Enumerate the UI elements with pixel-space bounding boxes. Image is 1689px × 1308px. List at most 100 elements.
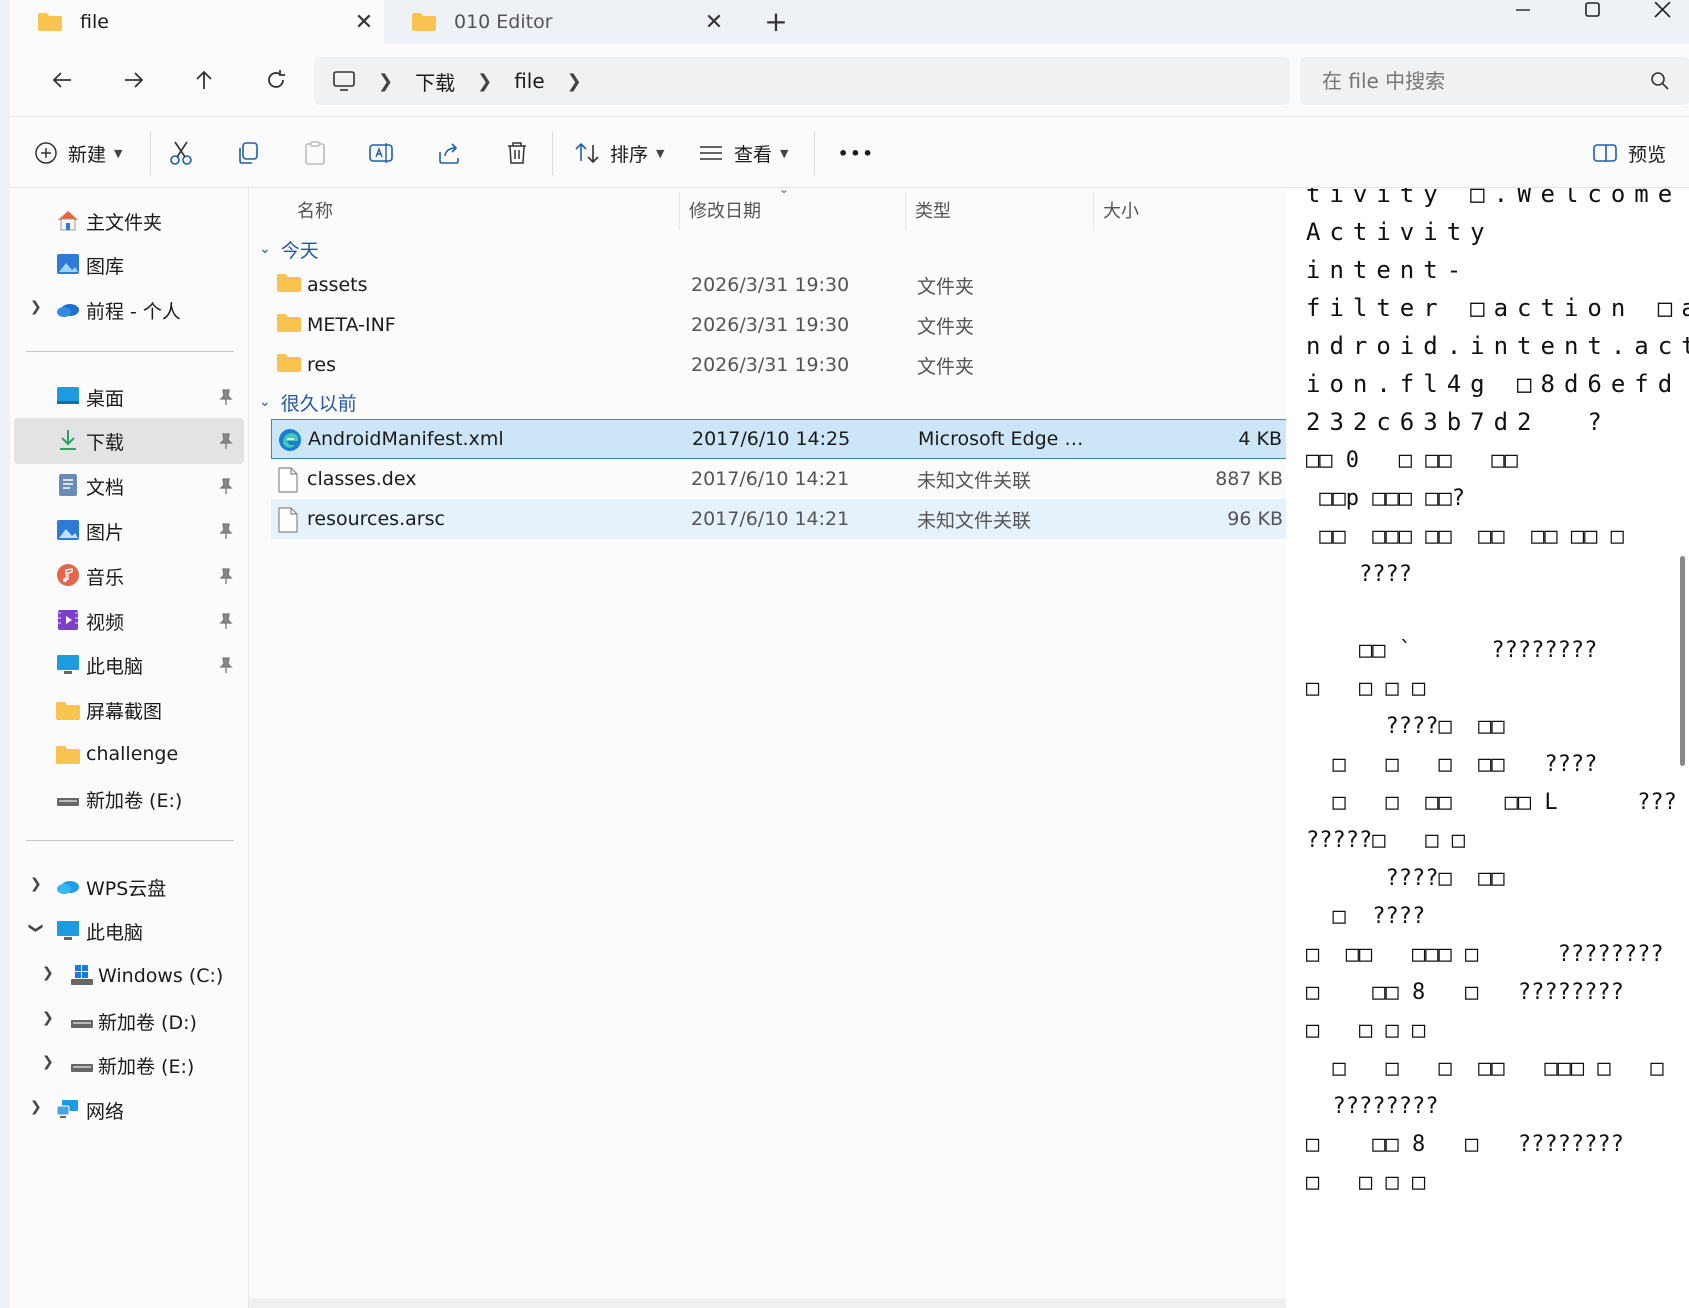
sidebar-item-label: 网络 <box>86 1100 125 1123</box>
sidebar-item-drive-e[interactable]: ❯ 新加卷 (E:) <box>14 1042 244 1088</box>
folder-icon <box>277 314 301 332</box>
sidebar-item-label: 下载 <box>86 431 125 454</box>
address-bar[interactable]: ❯ 下载 ❯ file ❯ <box>314 57 1290 105</box>
sidebar-item-drive-c[interactable]: ❯ Windows (C:) <box>14 953 244 999</box>
file-icon <box>278 467 298 493</box>
file-row[interactable]: res 2026/3/31 19:30 文件夹 <box>271 345 1287 385</box>
tab-010-editor[interactable]: 010 Editor ✕ <box>384 0 734 44</box>
sidebar-item-label: 图片 <box>86 521 125 544</box>
preview-line: 232c63b7d2 ? <box>1306 408 1611 436</box>
sidebar-item-downloads[interactable]: 下载 <box>14 418 244 464</box>
sidebar-item-videos[interactable]: 视频 <box>14 598 244 644</box>
file-row[interactable]: AndroidManifest.xml 2017/6/10 14:25 Micr… <box>271 419 1287 459</box>
close-icon[interactable]: ✕ <box>694 10 734 35</box>
chevron-right-icon[interactable]: ❯ <box>30 299 42 315</box>
preview-line: □ □ □□ □□ L ??? <box>1306 790 1677 815</box>
column-divider[interactable] <box>679 192 680 230</box>
cut-button[interactable] <box>168 133 194 173</box>
sidebar-item-wps-cloud[interactable]: ❯ WPS云盘 <box>14 864 244 910</box>
sidebar-item-home[interactable]: 主文件夹 <box>14 198 244 244</box>
pin-icon[interactable] <box>218 522 234 540</box>
breadcrumb-separator[interactable]: ❯ <box>378 71 393 92</box>
preview-line: filter □action □a <box>1306 294 1689 322</box>
sort-button[interactable]: 排序 ▼ <box>574 133 664 173</box>
search-box[interactable] <box>1300 57 1689 105</box>
column-header-type[interactable]: 类型 <box>915 190 951 230</box>
pin-icon[interactable] <box>218 432 234 450</box>
up-button[interactable] <box>182 58 226 102</box>
maximize-button[interactable] <box>1560 0 1626 28</box>
chevron-right-icon[interactable]: ❯ <box>30 876 42 892</box>
preview-line: ???????? <box>1306 1094 1439 1119</box>
breadcrumb-separator[interactable]: ❯ <box>567 71 582 92</box>
column-divider[interactable] <box>905 192 906 230</box>
preview-pane-icon <box>1593 144 1617 162</box>
sidebar-item-gallery[interactable]: 图库 <box>14 242 244 288</box>
sidebar-item-screenshots[interactable]: 屏幕截图 <box>14 687 244 733</box>
file-type: 文件夹 <box>917 315 975 338</box>
breadcrumb-file[interactable]: file <box>514 69 544 93</box>
rename-button[interactable] <box>368 133 394 173</box>
close-window-button[interactable] <box>1630 0 1689 28</box>
share-button[interactable] <box>436 133 462 173</box>
preview-scrollbar[interactable] <box>1680 556 1685 766</box>
close-icon[interactable]: ✕ <box>344 10 384 35</box>
preview-button[interactable]: 预览 <box>1592 133 1666 173</box>
column-divider[interactable] <box>1093 192 1094 230</box>
file-row[interactable]: assets 2026/3/31 19:30 文件夹 <box>271 265 1287 305</box>
sidebar-item-drive-d[interactable]: ❯ 新加卷 (D:) <box>14 998 244 1044</box>
search-input[interactable] <box>1322 69 1642 93</box>
sidebar-item-documents[interactable]: 文档 <box>14 463 244 509</box>
breadcrumb-downloads[interactable]: 下载 <box>415 67 455 96</box>
column-header-size[interactable]: 大小 <box>1103 190 1139 230</box>
new-button[interactable]: 新建 ▼ <box>34 133 122 173</box>
sidebar-item-music[interactable]: 音乐 <box>14 553 244 599</box>
sidebar-item-challenge[interactable]: challenge <box>14 731 244 777</box>
breadcrumb-separator[interactable]: ❯ <box>477 71 492 92</box>
file-row[interactable]: classes.dex 2017/6/10 14:21 未知文件关联 887 K… <box>271 459 1287 499</box>
horizontal-scrollbar[interactable] <box>249 1298 1287 1308</box>
chevron-down-icon[interactable]: ❯ <box>28 922 44 934</box>
pin-icon[interactable] <box>218 388 234 406</box>
chevron-right-icon[interactable]: ❯ <box>30 1099 42 1115</box>
file-date: 2017/6/10 14:21 <box>691 468 850 490</box>
minimize-button[interactable] <box>1490 0 1556 28</box>
file-name: assets <box>307 274 368 296</box>
sidebar-item-this-pc-pinned[interactable]: 此电脑 <box>14 642 244 688</box>
sidebar-item-network[interactable]: ❯ 网络 <box>14 1087 244 1133</box>
pin-icon[interactable] <box>218 656 234 674</box>
back-button[interactable] <box>40 58 84 102</box>
group-header-today[interactable]: ⌄ 今天 <box>259 232 319 266</box>
sidebar-item-pictures[interactable]: 图片 <box>14 508 244 554</box>
sidebar-item-desktop[interactable]: 桌面 <box>14 374 244 420</box>
desktop-icon <box>57 387 79 404</box>
sort-label: 排序 <box>610 143 649 166</box>
copy-button[interactable] <box>236 133 262 173</box>
sidebar-item-this-pc[interactable]: ❯ 此电脑 <box>14 908 244 954</box>
column-header-date[interactable]: 修改日期 <box>689 190 761 230</box>
column-header-name[interactable]: 名称 <box>297 190 333 230</box>
pin-icon[interactable] <box>218 612 234 630</box>
more-button[interactable]: ••• <box>838 133 875 173</box>
delete-button[interactable] <box>504 133 530 173</box>
refresh-button[interactable] <box>254 58 298 102</box>
chevron-right-icon[interactable]: ❯ <box>42 1054 54 1070</box>
tab-file[interactable]: file ✕ <box>10 0 384 44</box>
pin-icon[interactable] <box>218 477 234 495</box>
group-header-long-ago[interactable]: ⌄ 很久以前 <box>259 385 357 419</box>
view-button[interactable]: 查看 ▼ <box>698 133 788 173</box>
sidebar-item-label: WPS云盘 <box>86 877 167 900</box>
new-tab-button[interactable]: + <box>756 4 796 40</box>
sidebar-item-volume-e-pinned[interactable]: 新加卷 (E:) <box>14 776 244 822</box>
preview-line: intent- <box>1306 256 1471 284</box>
pin-icon[interactable] <box>218 567 234 585</box>
sidebar-item-onedrive[interactable]: ❯ 前程 - 个人 <box>14 287 244 333</box>
chevron-right-icon[interactable]: ❯ <box>42 965 54 981</box>
forward-button[interactable] <box>112 58 156 102</box>
sidebar-item-label: Windows (C:) <box>98 965 224 987</box>
paste-button[interactable] <box>302 133 328 173</box>
file-row[interactable]: resources.arsc 2017/6/10 14:21 未知文件关联 96… <box>271 499 1287 539</box>
chevron-right-icon[interactable]: ❯ <box>42 1010 54 1026</box>
divider <box>552 131 553 175</box>
file-row[interactable]: META-INF 2026/3/31 19:30 文件夹 <box>271 305 1287 345</box>
